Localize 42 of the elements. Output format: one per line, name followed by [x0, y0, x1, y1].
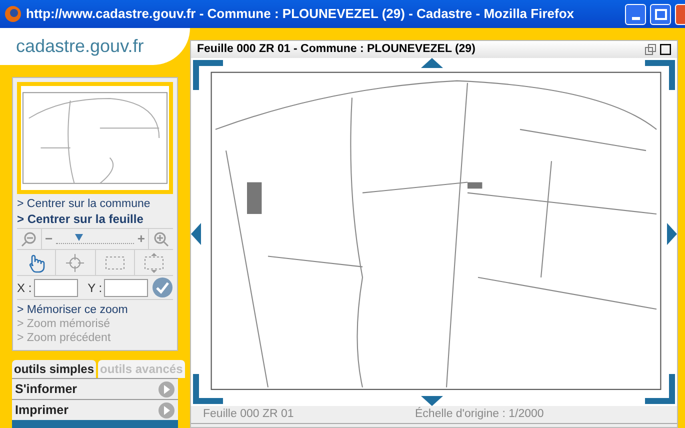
menu-item[interactable]: Imprimer	[12, 399, 178, 420]
minimize-button[interactable]	[625, 4, 646, 24]
pan-right-arrow-icon[interactable]	[667, 223, 677, 245]
zoom-in-icon[interactable]	[153, 231, 169, 247]
corner-bracket-icon	[193, 60, 223, 90]
building-block	[247, 182, 262, 214]
confirm-button[interactable]	[152, 277, 173, 298]
zoom-link[interactable]: > Mémoriser ce zoom	[17, 303, 173, 317]
window-title: http://www.cadastre.gouv.fr - Commune : PLOUNEVEZEL (29) - Cadastre - Mozilla Firefox	[26, 5, 575, 24]
play-icon	[158, 402, 175, 418]
play-icon	[158, 380, 175, 398]
maximize-icon[interactable]	[660, 44, 671, 55]
crosshair-icon[interactable]	[64, 252, 86, 274]
corner-bracket-icon	[193, 374, 223, 404]
nav-link[interactable]: > Centrer sur la feuille	[17, 212, 173, 227]
corner-bracket-icon	[645, 374, 675, 404]
x-input[interactable]	[34, 278, 78, 296]
slider-thumb[interactable]	[75, 234, 84, 241]
zoom-out-icon[interactable]	[21, 231, 37, 247]
dashed-rectangle-arrows-icon[interactable]	[142, 252, 165, 274]
minimize-icon	[632, 16, 640, 20]
map-title: Feuille 000 ZR 01 - Commune : PLOUNEVEZEL (29)	[197, 42, 476, 57]
pan-down-arrow-icon[interactable]	[421, 396, 443, 406]
globe-icon	[4, 5, 22, 23]
menu-item[interactable]: S'informer	[12, 378, 178, 399]
x-label: X :	[17, 280, 32, 296]
site-logo: cadastre.gouv.fr	[16, 35, 144, 58]
maximize-icon	[654, 8, 666, 20]
restore-icon[interactable]	[645, 44, 656, 55]
close-button[interactable]	[675, 4, 685, 24]
overview-map[interactable]	[17, 82, 173, 194]
maximize-button[interactable]	[650, 4, 671, 24]
pan-left-arrow-icon[interactable]	[191, 223, 201, 245]
y-label: Y :	[88, 280, 102, 296]
y-input[interactable]	[104, 278, 148, 296]
scale-label: Échelle d'origine : 1/2000	[415, 406, 544, 422]
nav-link[interactable]: > Centrer sur la commune	[17, 197, 173, 212]
tab[interactable]: outils simples	[12, 360, 96, 378]
corner-bracket-icon	[645, 60, 675, 90]
sheet-label: Feuille 000 ZR 01	[203, 406, 295, 422]
zoom-slider[interactable]	[56, 234, 134, 244]
pan-up-arrow-icon[interactable]	[421, 58, 443, 68]
